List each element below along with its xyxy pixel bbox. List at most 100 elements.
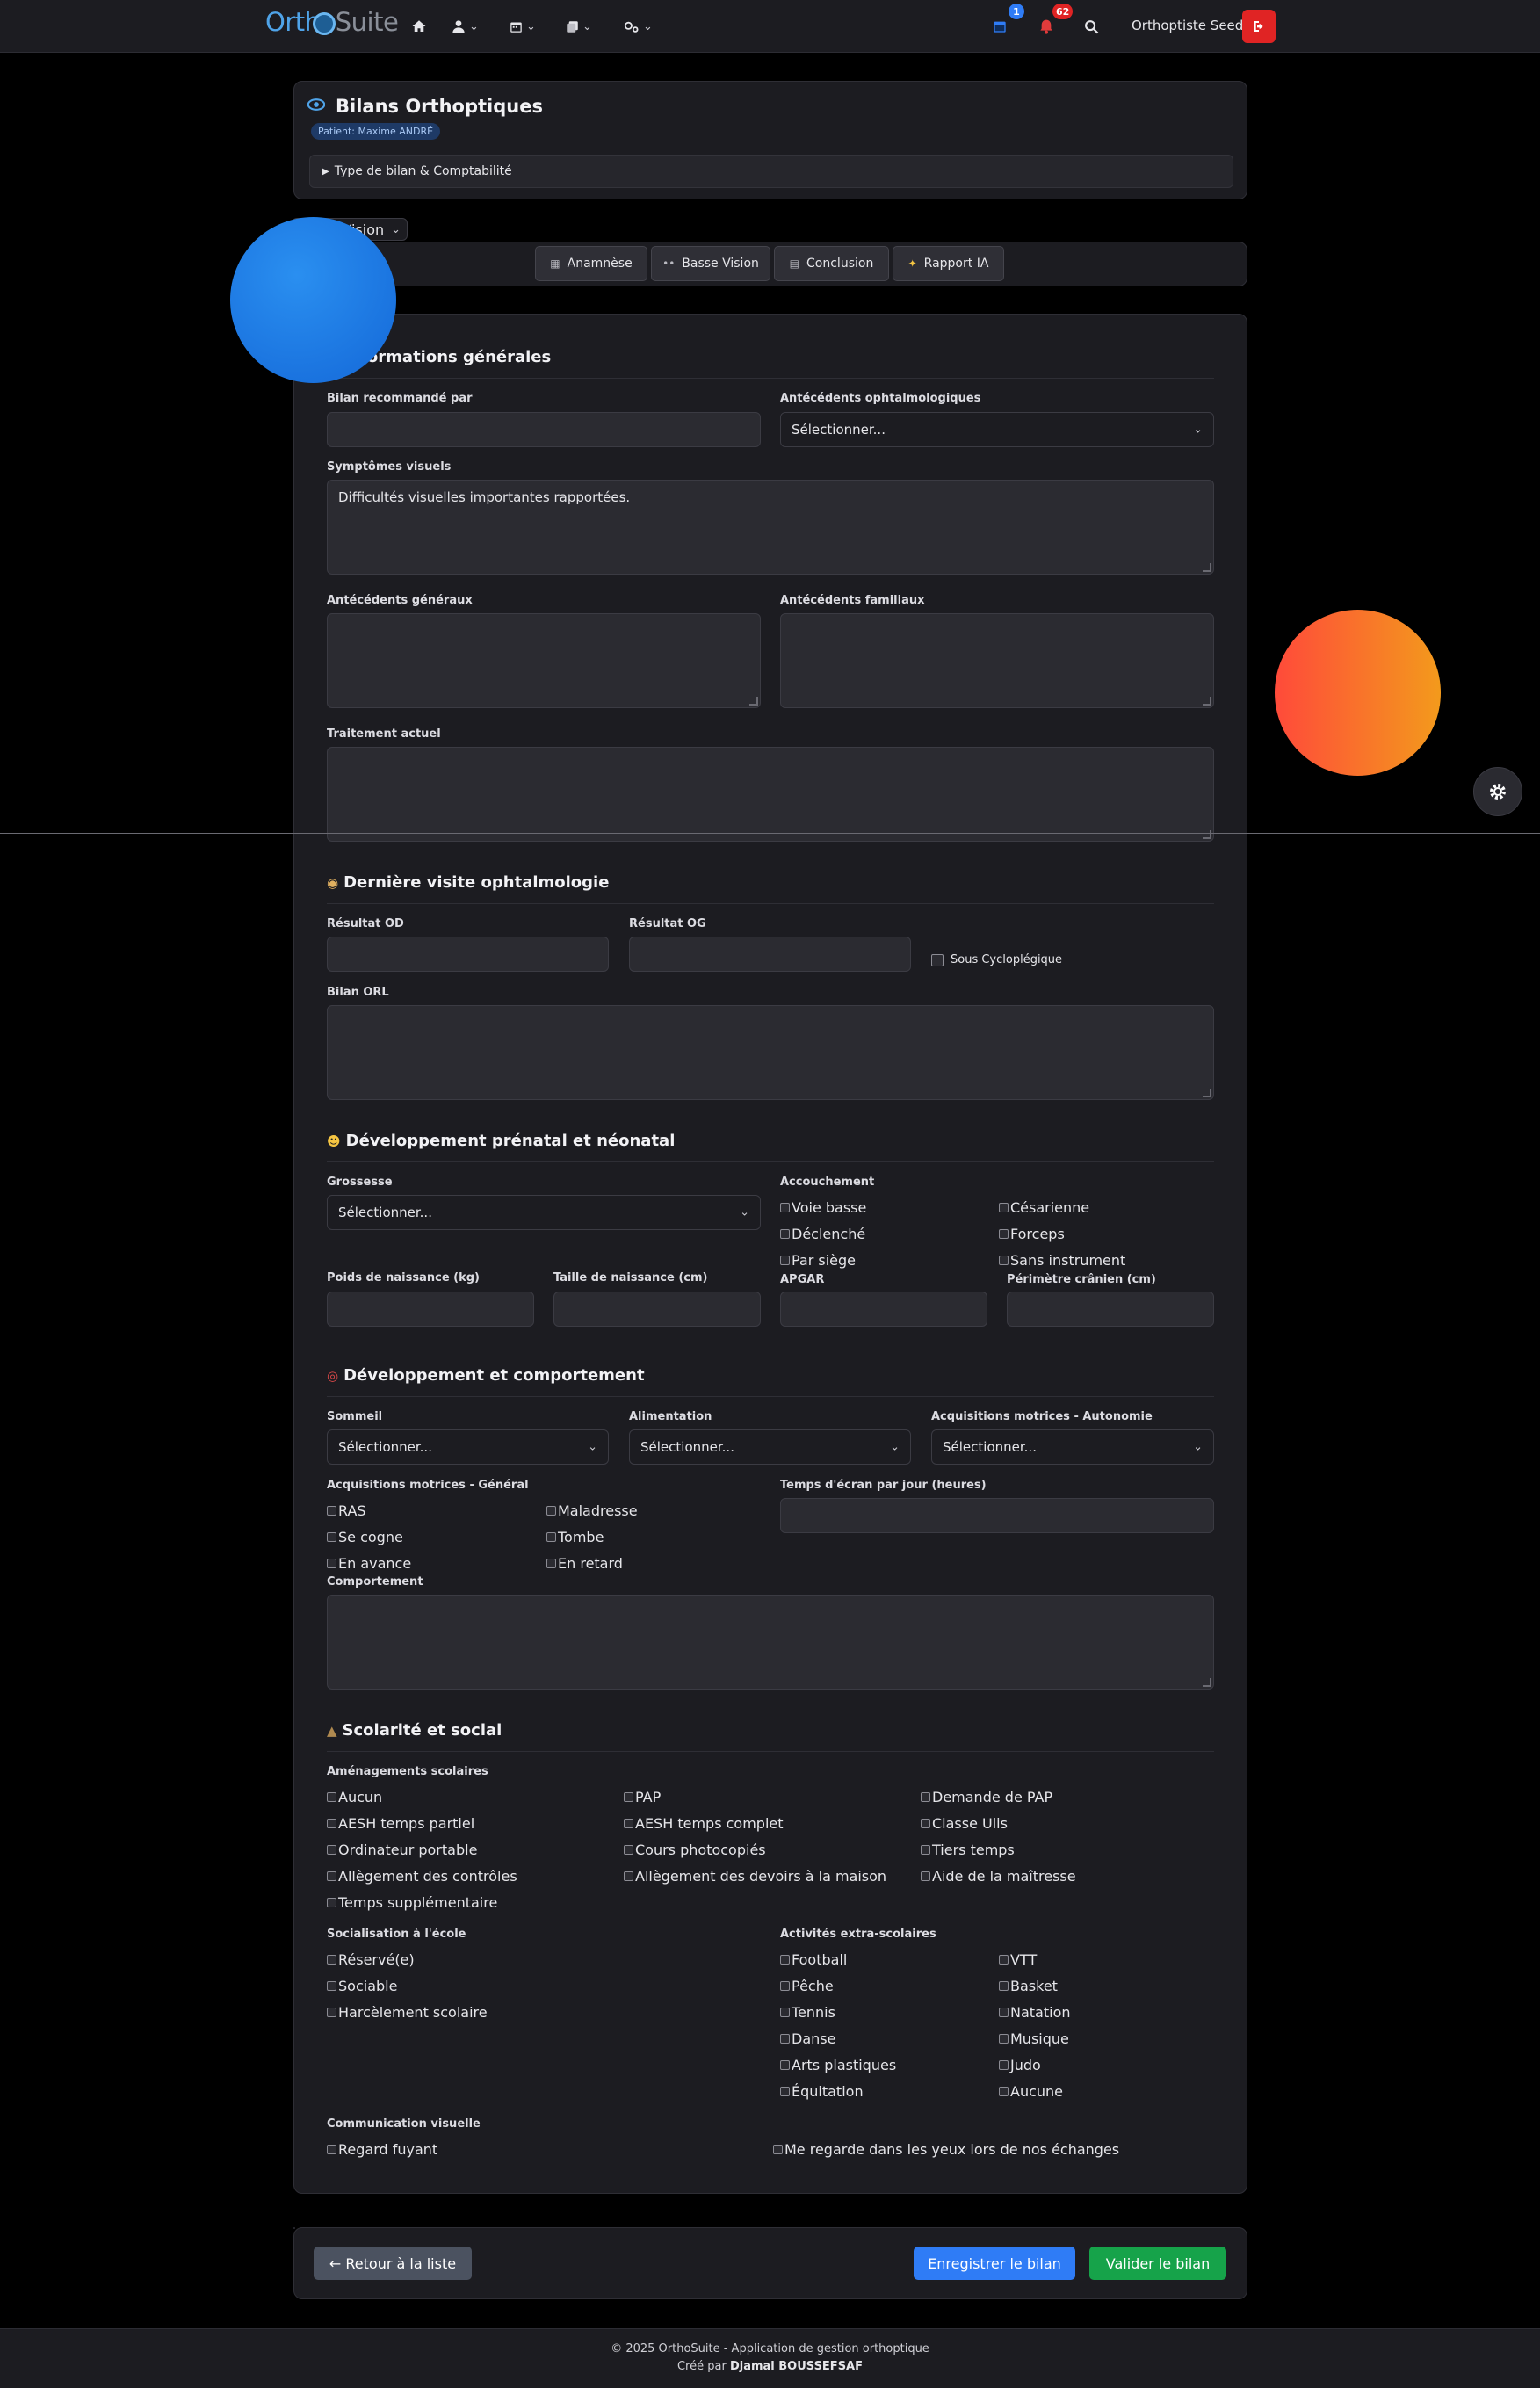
checkbox-box[interactable] — [327, 1871, 336, 1881]
accouchement-option[interactable]: Déclenché — [780, 1226, 865, 1242]
checkbox-box[interactable] — [327, 1532, 336, 1542]
amenagement-option[interactable]: Allègement des contrôles — [327, 1868, 517, 1885]
general-option[interactable]: En avance — [327, 1555, 411, 1572]
amenagement-option[interactable]: AESH temps complet — [624, 1815, 784, 1832]
activite-option[interactable]: Danse — [780, 2030, 835, 2047]
resultat-od-input[interactable] — [327, 937, 609, 972]
checkbox-box[interactable] — [327, 1845, 336, 1855]
general-option[interactable]: RAS — [327, 1502, 366, 1519]
activite-option[interactable]: Football — [780, 1951, 847, 1968]
checkbox-box[interactable] — [327, 2145, 336, 2154]
alimentation-select[interactable]: Sélectionner... ⌄ — [629, 1429, 911, 1465]
checkbox-box[interactable] — [327, 1506, 336, 1516]
sommeil-select[interactable]: Sélectionner... ⌄ — [327, 1429, 609, 1465]
checkbox-box[interactable] — [921, 1819, 930, 1828]
checkbox-box[interactable] — [931, 953, 944, 966]
checkbox-box[interactable] — [327, 1981, 336, 1991]
validate-bilan-button[interactable]: Valider le bilan — [1089, 2247, 1226, 2280]
activite-option[interactable]: Tennis — [780, 2004, 835, 2021]
checkbox-box[interactable] — [780, 1229, 790, 1239]
settings-menu-button[interactable]: ⌄ — [624, 12, 653, 40]
checkbox-box[interactable] — [546, 1559, 556, 1568]
apgar-input[interactable] — [780, 1292, 987, 1327]
logout-button[interactable] — [1242, 10, 1276, 43]
amenagement-option[interactable]: Ordinateur portable — [327, 1842, 477, 1858]
checkbox-box[interactable] — [780, 1981, 790, 1991]
socialisation-option[interactable]: Réservé(e) — [327, 1951, 415, 1968]
checkbox-box[interactable] — [327, 1898, 336, 1907]
activite-option[interactable]: Basket — [999, 1978, 1058, 1994]
activite-option[interactable]: Judo — [999, 2057, 1041, 2073]
autonomie-select[interactable]: Sélectionner... ⌄ — [931, 1429, 1214, 1465]
notifications-button[interactable] — [1039, 12, 1053, 40]
checkbox-box[interactable] — [999, 1981, 1009, 1991]
user-name[interactable]: Orthoptiste Seed — [1132, 18, 1243, 33]
activite-option[interactable]: Pêche — [780, 1978, 834, 1994]
back-to-list-button[interactable]: ← Retour à la liste — [314, 2247, 472, 2280]
grossesse-select[interactable]: Sélectionner... ⌄ — [327, 1195, 761, 1230]
accouchement-option[interactable]: Césarienne — [999, 1199, 1089, 1216]
checkbox-box[interactable] — [773, 2145, 783, 2154]
general-option[interactable]: En retard — [546, 1555, 623, 1572]
general-option[interactable]: Se cogne — [327, 1529, 403, 1545]
checkbox-box[interactable] — [780, 1955, 790, 1965]
calendar-menu-button[interactable]: ⌄ — [510, 12, 536, 40]
checkbox-box[interactable] — [780, 1256, 790, 1265]
checkbox-box[interactable] — [780, 1203, 790, 1212]
amenagement-option[interactable]: Cours photocopiés — [624, 1842, 766, 1858]
search-button[interactable] — [1084, 12, 1099, 40]
general-option[interactable]: Tombe — [546, 1529, 604, 1545]
amenagement-option[interactable]: Classe Ulis — [921, 1815, 1008, 1832]
activite-option[interactable]: Arts plastiques — [780, 2057, 896, 2073]
save-bilan-button[interactable]: Enregistrer le bilan — [914, 2247, 1075, 2280]
checkbox-box[interactable] — [327, 2008, 336, 2017]
bilan-recommande-input[interactable] — [327, 412, 761, 447]
checkbox-box[interactable] — [999, 1203, 1009, 1212]
traitement-textarea[interactable] — [327, 747, 1214, 842]
checkbox-box[interactable] — [999, 1955, 1009, 1965]
checkbox-box[interactable] — [546, 1506, 556, 1516]
communication-option[interactable]: Me regarde dans les yeux lors de nos éch… — [773, 2141, 1119, 2158]
amenagement-option[interactable]: Demande de PAP — [921, 1789, 1052, 1805]
accouchement-option[interactable]: Par siège — [780, 1252, 856, 1269]
checkbox-box[interactable] — [327, 1559, 336, 1568]
checkbox-box[interactable] — [921, 1871, 930, 1881]
checkbox-box[interactable] — [999, 2087, 1009, 2096]
tab-anamnese[interactable]: ▦ Anamnèse — [535, 246, 647, 281]
checkbox-box[interactable] — [624, 1871, 633, 1881]
checkbox-box[interactable] — [921, 1792, 930, 1802]
antecedents-ophtalmo-select[interactable]: Sélectionner... ⌄ — [780, 412, 1214, 447]
taille-input[interactable] — [553, 1292, 761, 1327]
patients-menu-button[interactable]: ⌄ — [452, 12, 479, 40]
resultat-og-input[interactable] — [629, 937, 911, 972]
checkbox-box[interactable] — [624, 1819, 633, 1828]
comportement-textarea[interactable] — [327, 1595, 1214, 1690]
appointments-button[interactable] — [993, 12, 1007, 40]
checkbox-box[interactable] — [327, 1792, 336, 1802]
checkbox-box[interactable] — [780, 2008, 790, 2017]
amenagement-option[interactable]: Aucun — [327, 1789, 382, 1805]
activite-option[interactable]: VTT — [999, 1951, 1037, 1968]
checkbox-box[interactable] — [780, 2060, 790, 2070]
theme-settings-button[interactable] — [1473, 767, 1522, 816]
tab-rapport-ia[interactable]: ✦ Rapport IA — [893, 246, 1004, 281]
amenagement-option[interactable]: Temps supplémentaire — [327, 1894, 497, 1911]
poids-input[interactable] — [327, 1292, 534, 1327]
amenagement-option[interactable]: Tiers temps — [921, 1842, 1015, 1858]
amenagement-option[interactable]: AESH temps partiel — [327, 1815, 474, 1832]
checkbox-box[interactable] — [999, 2060, 1009, 2070]
checkbox-box[interactable] — [999, 2034, 1009, 2044]
accouchement-option[interactable]: Forceps — [999, 1226, 1065, 1242]
tab-basse-vision[interactable]: •• Basse Vision — [651, 246, 770, 281]
checkbox-box[interactable] — [921, 1845, 930, 1855]
documents-menu-button[interactable]: ⌄ — [566, 12, 592, 40]
socialisation-option[interactable]: Sociable — [327, 1978, 397, 1994]
amenagement-option[interactable]: Allègement des devoirs à la maison — [624, 1868, 886, 1885]
type-bilan-collapse[interactable]: ▶ Type de bilan & Comptabilité — [309, 155, 1233, 188]
checkbox-box[interactable] — [624, 1845, 633, 1855]
perimetre-input[interactable] — [1007, 1292, 1214, 1327]
checkbox-box[interactable] — [999, 1256, 1009, 1265]
checkbox-box[interactable] — [999, 2008, 1009, 2017]
bilan-orl-textarea[interactable] — [327, 1005, 1214, 1100]
checkbox-box[interactable] — [546, 1532, 556, 1542]
